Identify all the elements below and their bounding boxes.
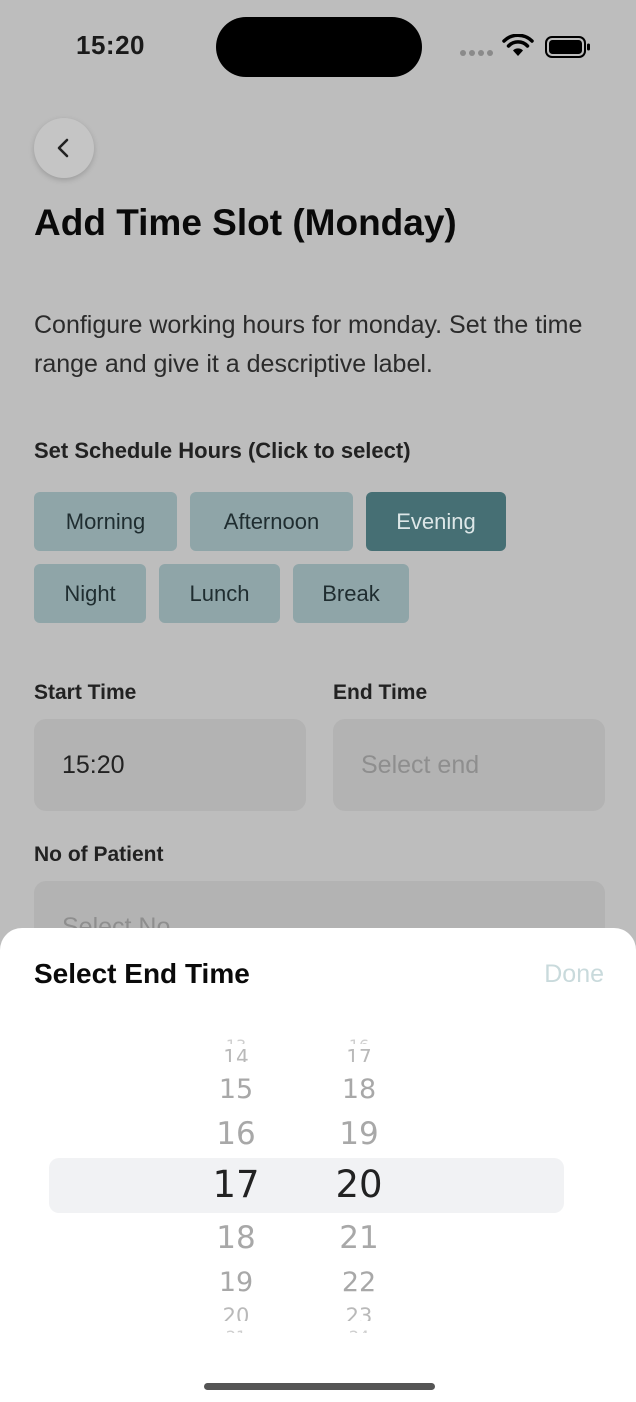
- picker-minute: 21: [339, 1220, 379, 1256]
- picker-minute: 23: [345, 1304, 373, 1321]
- page-title: Add Time Slot (Monday): [34, 202, 457, 243]
- start-time-field[interactable]: 15:20: [34, 719, 306, 811]
- picker-hour: 16: [216, 1116, 256, 1152]
- battery-icon: [545, 36, 590, 58]
- page-description: Configure working hours for monday. Set …: [34, 311, 583, 378]
- picker-minute: 18: [341, 1074, 377, 1105]
- end-time-placeholder: Select end: [361, 750, 480, 779]
- chevron-left-icon: [57, 138, 69, 158]
- schedule-hours-label: Set Schedule Hours (Click to select): [34, 438, 411, 463]
- status-time: 15:20: [76, 30, 145, 60]
- chip-morning[interactable]: Morning: [34, 492, 177, 551]
- chip-night[interactable]: Night: [34, 564, 146, 623]
- end-time-field[interactable]: Select end: [333, 719, 605, 811]
- cellular-signal-icon: [460, 50, 493, 56]
- done-button[interactable]: Done: [544, 960, 604, 989]
- picker-hour: 13: [206, 1036, 266, 1044]
- wifi-icon: [502, 34, 534, 56]
- screen: 15:20 Add Time Slot (Monday) Configure w…: [0, 0, 636, 1402]
- picker-hour: 18: [216, 1220, 256, 1256]
- chip-break[interactable]: Break: [293, 564, 409, 623]
- picker-hour: 15: [218, 1074, 254, 1105]
- end-time-label: End Time: [333, 681, 428, 704]
- picker-minute: 24: [329, 1327, 389, 1333]
- back-button[interactable]: [34, 118, 94, 178]
- chip-afternoon[interactable]: Afternoon: [190, 492, 353, 551]
- start-time-label: Start Time: [34, 681, 137, 704]
- picker-hour: 14: [223, 1045, 249, 1062]
- picker-hour-selected: 17: [212, 1163, 260, 1206]
- picker-hour: 21: [206, 1327, 266, 1333]
- picker-minute: 19: [339, 1116, 379, 1152]
- picker-minute: 16: [329, 1036, 389, 1044]
- home-indicator: [204, 1383, 435, 1390]
- chip-lunch[interactable]: Lunch: [159, 564, 280, 623]
- picker-hour: 20: [222, 1304, 250, 1321]
- picker-minute: 17: [346, 1045, 372, 1062]
- picker-minute-selected: 20: [335, 1163, 383, 1206]
- picker-hour: 19: [218, 1267, 254, 1298]
- end-time-sheet: Select End Time Done 13 14 15 16 17 18 1…: [0, 928, 636, 1402]
- start-time-value: 15:20: [62, 750, 125, 779]
- picker-selection-highlight: [49, 1158, 564, 1213]
- patients-label: No of Patient: [34, 843, 164, 866]
- dynamic-island: [216, 17, 422, 77]
- picker-minute: 22: [341, 1267, 377, 1298]
- sheet-title: Select End Time: [34, 958, 250, 989]
- chip-evening[interactable]: Evening: [366, 492, 506, 551]
